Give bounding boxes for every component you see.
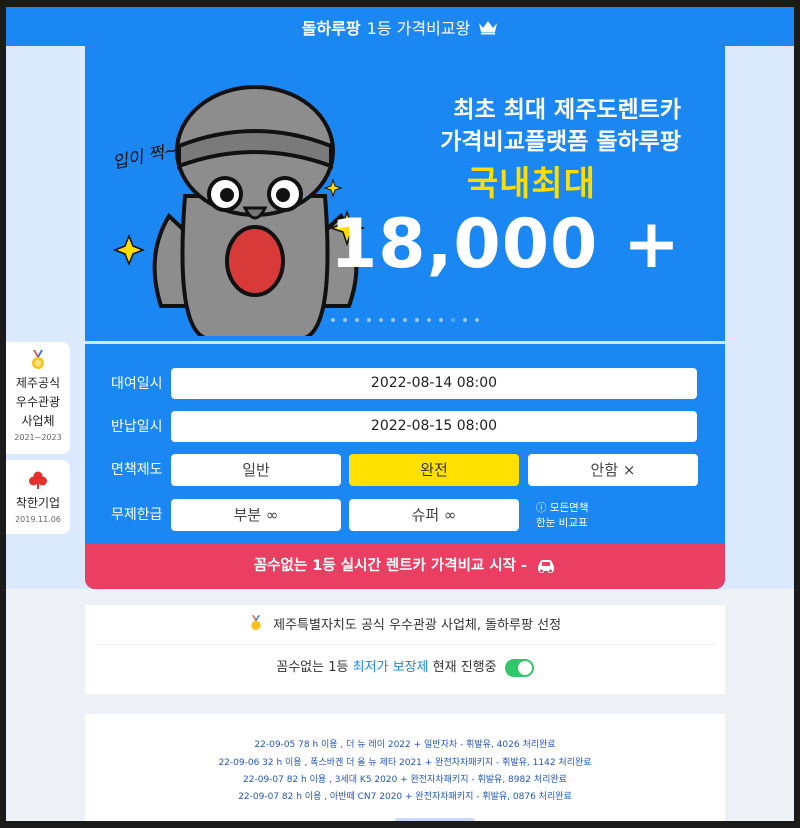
brand-name[interactable]: 돌하루팡 bbox=[302, 15, 361, 39]
carousel-dot[interactable] bbox=[451, 318, 455, 322]
lowest-price-guarantee-link[interactable]: 최저가 보장제 bbox=[353, 660, 429, 675]
search-form: 대여일시 2022-08-14 08:00 반납일시 2022-08-15 08… bbox=[85, 344, 725, 544]
return-datetime-field[interactable]: 2022-08-15 08:00 bbox=[171, 411, 697, 442]
certification-line: 제주특별자치도 공식 우수관광 사업체, 돌하루팡 선정 bbox=[85, 615, 725, 637]
carousel-dot[interactable] bbox=[367, 318, 371, 322]
award-line-3: 사업체 bbox=[21, 414, 55, 428]
award-line-1: 제주공식 bbox=[15, 376, 61, 390]
compare-table-link[interactable]: ⓘ 모든면책 한눈 비교표 bbox=[536, 501, 588, 531]
carousel-dot[interactable] bbox=[403, 318, 407, 322]
recent-bookings-box: 22-09-05 78 h 이용 , 더 뉴 레이 2022 + 일반자차 - … bbox=[85, 714, 725, 821]
carousel-dot[interactable] bbox=[463, 318, 467, 322]
award-line-2: 우수관광 bbox=[15, 395, 61, 409]
mascot-caption: 입이 쩍~ bbox=[111, 140, 180, 173]
carousel-dot[interactable] bbox=[415, 318, 419, 322]
carousel-dot[interactable] bbox=[391, 318, 395, 322]
compare-note-line-1: ⓘ 모든면책 bbox=[536, 502, 589, 514]
certification-text: 제주특별자치도 공식 우수관광 사업체, 돌하루팡 선정 bbox=[273, 618, 562, 633]
guarantee-prefix: 꼼수없는 1등 bbox=[276, 660, 349, 675]
guarantee-toggle[interactable] bbox=[504, 658, 534, 677]
award-badge-card[interactable]: 제주공식 우수관광 사업체 2021~2023 bbox=[6, 342, 70, 454]
carousel-dot[interactable] bbox=[475, 318, 479, 322]
certification-box: 제주특별자치도 공식 우수관광 사업체, 돌하루팡 선정 꼼수없는 1등 최저가… bbox=[85, 605, 725, 694]
insurance-option-full[interactable]: 완전 bbox=[349, 454, 519, 486]
good-company-card[interactable]: 착한기업 2019.11.06 bbox=[6, 460, 70, 534]
info-divider bbox=[95, 644, 715, 645]
booking-log-item: 22-09-06 32 h 이용 , 폭스바겐 더 올 뉴 제타 2021 + … bbox=[218, 758, 592, 768]
return-label: 반납일시 bbox=[111, 419, 163, 435]
insurance-label: 면책제도 bbox=[111, 462, 163, 478]
booking-log-item: 22-09-07 82 h 이용 , 3세대 K5 2020 + 완전자차패키지… bbox=[243, 775, 567, 785]
medal-icon bbox=[32, 350, 44, 369]
price-guarantee-line: 꼼수없는 1등 최저가 보장제 현재 진행중 bbox=[85, 657, 725, 679]
brand-tagline: 1등 가격비교왕 bbox=[366, 18, 471, 38]
banner-big-number: 18,000 + bbox=[329, 205, 681, 284]
carousel-dot[interactable] bbox=[343, 318, 347, 322]
limit-label: 무제한급 bbox=[111, 507, 163, 523]
start-compare-button[interactable]: 꼼수없는 1등 실시간 렌트카 가격비교 시작 - bbox=[85, 544, 725, 589]
good-company-date: 2019.11.06 bbox=[15, 515, 61, 524]
good-company-label: 착한기업 bbox=[15, 496, 61, 510]
rental-row: 대여일시 2022-08-14 08:00 bbox=[85, 368, 725, 400]
insurance-row: 면책제도 일반 완전 안함 × bbox=[85, 454, 725, 486]
carousel-dots bbox=[85, 318, 725, 322]
car-icon bbox=[538, 560, 555, 573]
guarantee-suffix: 현재 진행중 bbox=[432, 660, 497, 675]
carousel-dot[interactable] bbox=[379, 318, 383, 322]
search-panel: 입이 쩍~ 최초 최대 제주도렌트카 가격비교플랫폼 돌하루팡 국내최대 18,… bbox=[85, 46, 725, 589]
limit-option-super[interactable]: 슈퍼 ∞ bbox=[349, 499, 519, 531]
banner-highlight: 국내최대 bbox=[466, 164, 596, 204]
booking-log-item: 22-09-07 82 h 이용 , 아반떼 CN7 2020 + 완전자차패키… bbox=[238, 792, 572, 802]
compare-note-line-2: 한눈 비교표 bbox=[536, 517, 588, 529]
insurance-option-none[interactable]: 안함 × bbox=[528, 454, 698, 486]
banner-line-1: 최초 최대 제주도렌트카 bbox=[453, 97, 681, 123]
award-year: 2021~2023 bbox=[14, 433, 62, 442]
crown-icon bbox=[479, 20, 498, 34]
medal-icon bbox=[251, 615, 261, 630]
insurance-option-basic[interactable]: 일반 bbox=[171, 454, 341, 486]
limit-row: 무제한급 부분 ∞ 슈퍼 ∞ ⓘ 모든면책 한눈 비교표 bbox=[85, 499, 725, 531]
booking-log-item: 22-09-05 78 h 이용 , 더 뉴 레이 2022 + 일반자차 - … bbox=[254, 740, 556, 750]
banner-copy: 최초 최대 제주도렌트카 가격비교플랫폼 돌하루팡 국내최대 18,000 + bbox=[330, 94, 681, 280]
return-row: 반납일시 2022-08-15 08:00 bbox=[85, 411, 725, 443]
carousel-dot[interactable] bbox=[427, 318, 431, 322]
carousel-dot[interactable] bbox=[331, 318, 335, 322]
page-frame: 돌하루팡 1등 가격비교왕 제주공식 우수관광 사업체 2021~2023 착한… bbox=[6, 7, 794, 821]
rental-datetime-field[interactable]: 2022-08-14 08:00 bbox=[171, 368, 697, 399]
promo-banner[interactable]: 입이 쩍~ 최초 최대 제주도렌트카 가격비교플랫폼 돌하루팡 국내최대 18,… bbox=[85, 46, 725, 341]
banner-line-2: 가격비교플랫폼 돌하루팡 bbox=[440, 129, 681, 155]
rental-label: 대여일시 bbox=[111, 376, 163, 392]
carousel-dot[interactable] bbox=[355, 318, 359, 322]
mascot-illustration: 입이 쩍~ bbox=[111, 85, 365, 336]
carousel-dot[interactable] bbox=[439, 318, 443, 322]
clover-icon bbox=[29, 471, 47, 489]
start-compare-label: 꼼수없는 1등 실시간 렌트카 가격비교 시작 - bbox=[253, 558, 528, 574]
top-bar: 돌하루팡 1등 가격비교왕 bbox=[6, 7, 794, 46]
counter-partial bbox=[395, 818, 475, 821]
limit-option-partial[interactable]: 부분 ∞ bbox=[171, 499, 341, 531]
